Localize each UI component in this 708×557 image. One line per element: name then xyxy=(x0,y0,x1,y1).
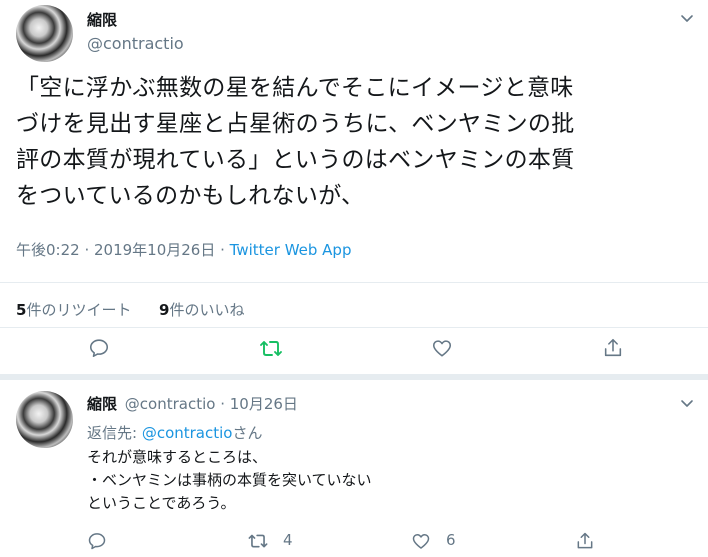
replying-label: 返信先: xyxy=(87,424,142,442)
retweets-count: 5 xyxy=(16,301,27,319)
like-button[interactable] xyxy=(431,337,453,359)
author-avatar[interactable] xyxy=(16,5,73,62)
share-icon xyxy=(604,338,622,357)
replying-suffix: さん xyxy=(232,424,263,442)
section-separator xyxy=(0,374,708,380)
reply-like-count[interactable]: 6 xyxy=(446,531,456,549)
reply-chevron-down-icon[interactable] xyxy=(679,395,695,411)
share-icon xyxy=(577,532,593,549)
retweet-icon xyxy=(248,534,268,548)
reply-author-name[interactable]: 縮限 xyxy=(87,395,117,413)
chevron-down-icon[interactable] xyxy=(679,10,695,26)
reply-author-handle[interactable]: @contractio xyxy=(125,395,216,413)
replying-to-link[interactable]: @contractio xyxy=(142,424,233,442)
divider xyxy=(0,282,708,283)
reply-header: 縮限 @contractio · 10月26日 xyxy=(87,393,298,414)
tweet-stats: 5件のリツイート 9件のいいね xyxy=(16,299,244,320)
divider xyxy=(0,327,708,328)
tweet-meta: 午後0:22 · 2019年10月26日 · Twitter Web App xyxy=(16,239,351,260)
likes-label: 件のいいね xyxy=(169,301,245,319)
heart-icon xyxy=(412,534,430,549)
reply-reply-button[interactable] xyxy=(87,531,107,551)
tweet-client-link[interactable]: Twitter Web App xyxy=(230,241,352,259)
author-handle[interactable]: @contractio xyxy=(87,34,184,53)
reply-text: それが意味するところは、 ・ベンヤミンは事柄の本質を突いていない ということであ… xyxy=(87,448,372,512)
retweet-button[interactable] xyxy=(259,338,283,360)
likes-count: 9 xyxy=(159,301,170,319)
retweets-stat[interactable]: 5件のリツイート xyxy=(16,301,131,319)
reply-retweet-count[interactable]: 4 xyxy=(283,531,293,549)
reply-icon xyxy=(88,533,106,550)
tweet-text: 「空に浮かぶ無数の星を結んでそこにイメージと意味 づけを見出す星座と占星術のうち… xyxy=(16,75,575,209)
reply-button[interactable] xyxy=(88,337,110,359)
retweets-label: 件のリツイート xyxy=(26,301,132,319)
reply-author-avatar[interactable] xyxy=(16,391,73,448)
reply-share-button[interactable] xyxy=(575,531,595,551)
reply-date[interactable]: · 10月26日 xyxy=(215,395,298,413)
replying-to: 返信先: @contractioさん xyxy=(87,422,263,443)
tweet-timestamp[interactable]: 午後0:22 · 2019年10月26日 · xyxy=(16,241,230,259)
retweet-icon xyxy=(260,341,282,356)
heart-icon xyxy=(432,340,452,357)
likes-stat[interactable]: 9件のいいね xyxy=(159,301,244,319)
reply-retweet-button[interactable] xyxy=(247,532,269,551)
reply-icon xyxy=(89,339,109,358)
reply-like-button[interactable] xyxy=(411,531,431,551)
share-button[interactable] xyxy=(602,337,624,359)
author-name[interactable]: 縮限 xyxy=(87,9,117,30)
